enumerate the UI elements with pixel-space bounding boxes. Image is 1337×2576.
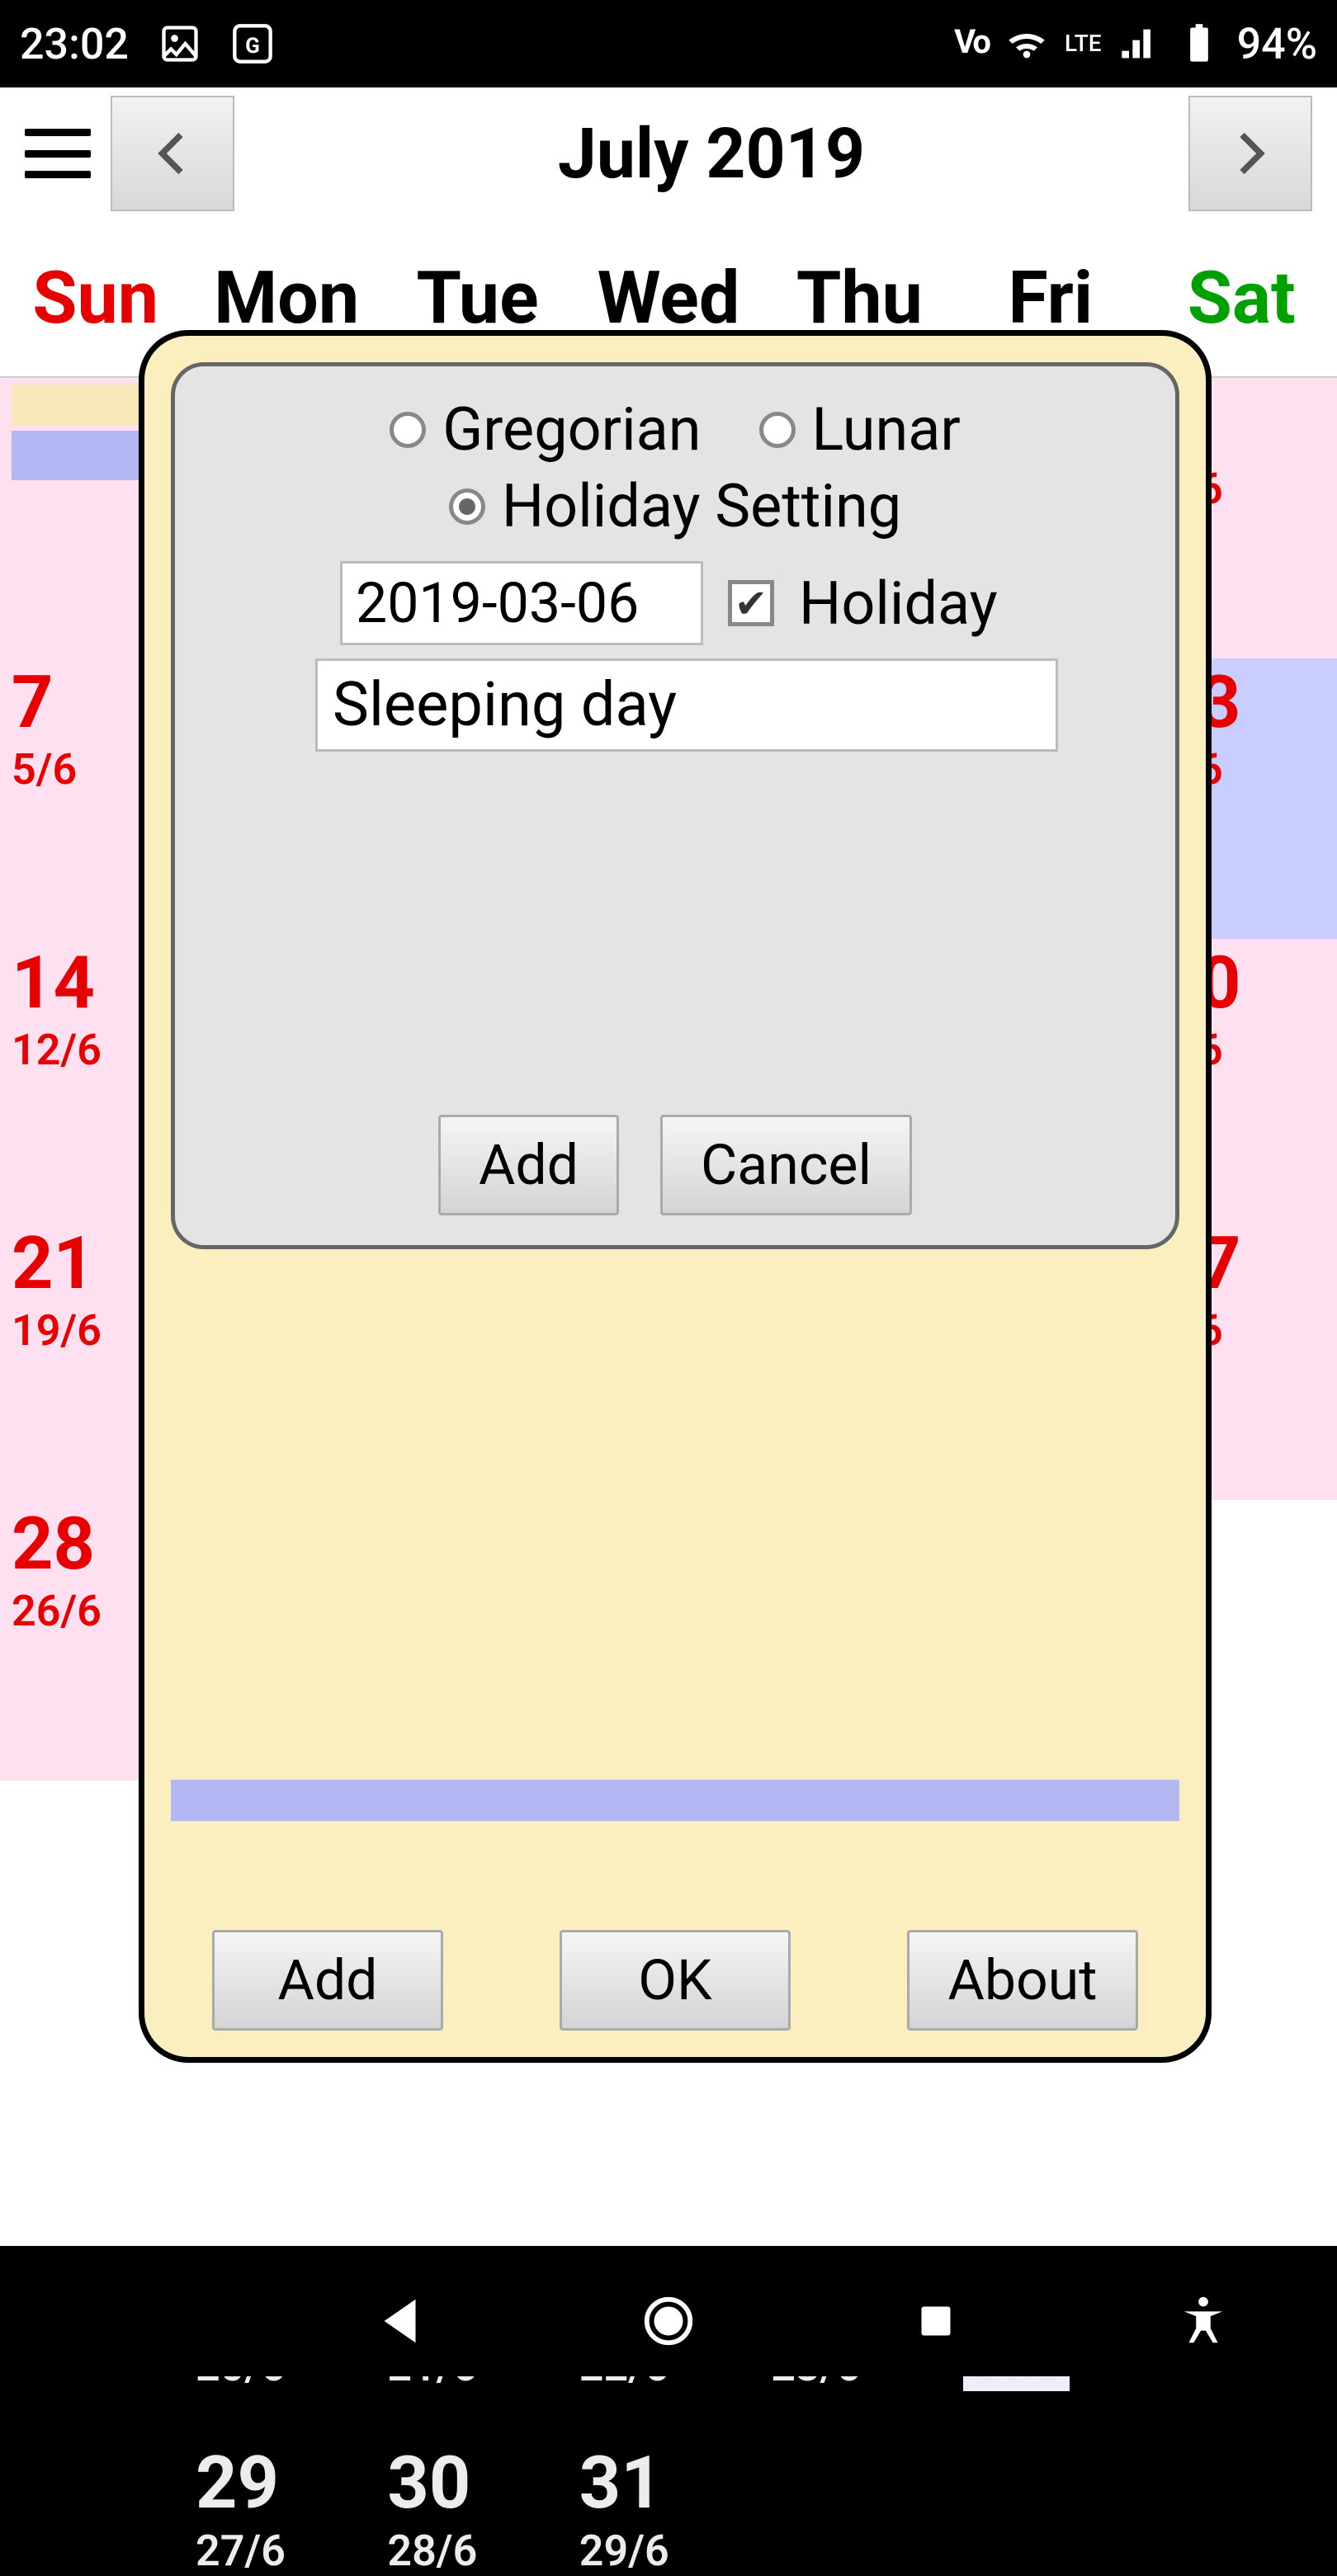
battery-percent: 94%	[1237, 19, 1317, 69]
status-bar: 23:02 G Vo LTE 94%	[0, 0, 1337, 87]
radio-label: Gregorian	[442, 394, 701, 465]
radio-lunar[interactable]: Lunar	[759, 394, 961, 465]
signal-icon	[1118, 22, 1161, 65]
menu-icon[interactable]	[25, 120, 91, 186]
app-root: July 2019 Sun Mon Tue Wed Thu Fri Sat 1 …	[0, 87, 1337, 2246]
divider-strip	[171, 1780, 1179, 1821]
wifi-icon	[1005, 22, 1048, 65]
next-month-button[interactable]	[1188, 96, 1312, 211]
date-input[interactable]: 2019-03-06	[340, 561, 703, 645]
inner-add-button[interactable]: Add	[438, 1115, 619, 1215]
radio-holiday-setting[interactable]: Holiday Setting	[449, 471, 901, 541]
bottom-gap	[0, 2246, 1337, 2266]
accessibility-icon[interactable]	[1174, 2292, 1232, 2350]
volte-icon: Vo	[954, 22, 989, 65]
radio-label: Lunar	[812, 394, 961, 465]
inner-cancel-button[interactable]: Cancel	[660, 1115, 912, 1215]
back-icon[interactable]	[372, 2292, 430, 2350]
home-icon[interactable]	[640, 2292, 697, 2350]
event-name-input[interactable]: Sleeping day	[315, 658, 1058, 752]
gallery-icon	[158, 22, 201, 65]
settings-modal: Gregorian Lunar Holiday Setting 2019-03-…	[139, 330, 1212, 2063]
outer-about-button[interactable]: About	[907, 1930, 1138, 2031]
holiday-checkbox-label: Holiday	[799, 569, 998, 639]
outer-ok-button[interactable]: OK	[560, 1930, 791, 2031]
holiday-setting-panel: Gregorian Lunar Holiday Setting 2019-03-…	[171, 362, 1179, 1249]
battery-icon	[1178, 22, 1221, 65]
lte-icon: LTE	[1065, 33, 1102, 54]
month-title: July 2019	[234, 113, 1188, 195]
svg-text:G: G	[245, 34, 260, 59]
system-navbar	[0, 2266, 1337, 2376]
app-header: July 2019	[0, 87, 1337, 219]
radio-gregorian[interactable]: Gregorian	[390, 394, 701, 465]
status-time: 23:02	[20, 19, 129, 69]
radio-label: Holiday Setting	[502, 471, 901, 541]
outer-add-button[interactable]: Add	[212, 1930, 443, 2031]
prev-month-button[interactable]	[111, 96, 234, 211]
holiday-checkbox[interactable]: ✔	[728, 580, 774, 626]
translate-icon: G	[231, 22, 274, 65]
recents-icon[interactable]	[907, 2292, 965, 2350]
